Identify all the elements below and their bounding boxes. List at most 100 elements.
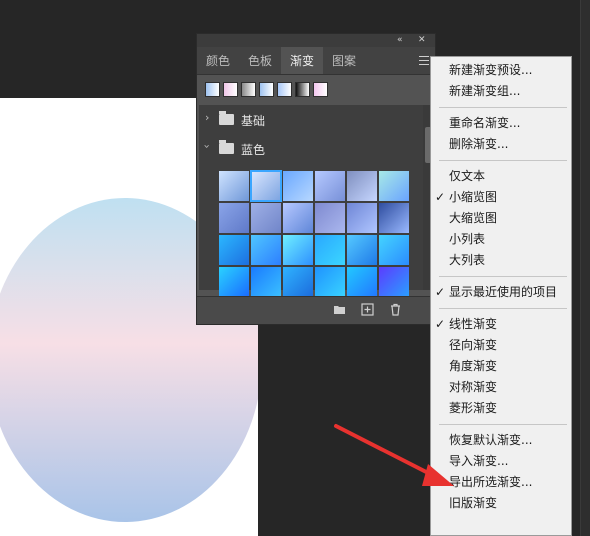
chevron-down-icon[interactable]: › (201, 144, 214, 148)
gradient-thumbnail[interactable] (379, 235, 409, 265)
menu-item[interactable]: 旧版渐变 (431, 493, 573, 514)
menu-item-label: 菱形渐变 (449, 401, 498, 415)
panel-menu-icon[interactable] (419, 56, 429, 65)
menu-item[interactable]: 大列表 (431, 250, 573, 271)
gradient-panel-context-menu: 新建渐变预设... 新建渐变组... 重命名渐变... 删除渐变... 仅文本 ✓ 小缩览图… (430, 56, 572, 536)
menu-item-label: 显示最近使用的项目 (449, 285, 558, 299)
menu-item-label: 对称渐变 (449, 380, 498, 394)
menu-item[interactable]: 角度渐变 (431, 356, 573, 377)
gradient-thumbnail[interactable] (315, 267, 345, 297)
recent-gradients-row (197, 75, 435, 103)
gradient-panel: « ✕ 颜色 色板 渐变 图案 › 基础 › 蓝色 (196, 33, 436, 325)
recent-gradient-swatch[interactable] (223, 82, 238, 97)
tab-patterns[interactable]: 图案 (323, 47, 365, 74)
panel-title-bar: « ✕ (197, 34, 435, 47)
folder-icon[interactable] (333, 303, 346, 316)
gradient-thumbnail[interactable] (283, 203, 313, 233)
gradient-thumbnail[interactable] (379, 203, 409, 233)
menu-item[interactable]: 径向渐变 (431, 335, 573, 356)
recent-gradient-swatch[interactable] (205, 82, 220, 97)
menu-item[interactable]: 恢复默认渐变... (431, 430, 573, 451)
gradient-thumbnail[interactable] (251, 235, 281, 265)
menu-separator (439, 308, 567, 309)
menu-separator (439, 424, 567, 425)
panel-tabs: 颜色 色板 渐变 图案 (197, 47, 435, 75)
gradient-thumbnail[interactable] (283, 235, 313, 265)
double-chevron-icon[interactable]: « (397, 34, 403, 46)
checkmark-icon: ✓ (435, 190, 446, 204)
menu-item-label: 径向渐变 (449, 338, 498, 352)
right-scroll-edge (580, 0, 590, 536)
gradient-thumbnail[interactable] (219, 235, 249, 265)
gradient-thumbnail[interactable] (251, 203, 281, 233)
gradient-thumbnail[interactable] (379, 267, 409, 297)
menu-item[interactable]: 新建渐变组... (431, 81, 573, 102)
gradient-thumbnail[interactable] (219, 171, 249, 201)
gradient-thumbnail[interactable] (283, 171, 313, 201)
menu-item-label: 导入渐变... (449, 454, 509, 468)
menu-item[interactable]: ✓ 线性渐变 (431, 314, 573, 335)
gradient-thumbnail[interactable] (347, 235, 377, 265)
menu-item[interactable]: 重命名渐变... (431, 113, 573, 134)
menu-item[interactable]: 菱形渐变 (431, 398, 573, 419)
menu-item[interactable]: 仅文本 (431, 166, 573, 187)
menu-item[interactable]: 导出所选渐变... (431, 472, 573, 493)
menu-item-label: 大列表 (449, 253, 486, 267)
menu-separator (439, 276, 567, 277)
checkmark-icon: ✓ (435, 317, 446, 331)
gradient-thumbnail[interactable] (315, 235, 345, 265)
menu-item-label: 小列表 (449, 232, 486, 246)
tab-swatches[interactable]: 色板 (239, 47, 281, 74)
menu-item-label: 新建渐变预设... (449, 63, 533, 77)
menu-item[interactable]: 小列表 (431, 229, 573, 250)
menu-item-label: 删除渐变... (449, 137, 509, 151)
menu-item-label: 角度渐变 (449, 359, 498, 373)
recent-gradient-swatch[interactable] (313, 82, 328, 97)
gradient-thumbnail[interactable] (379, 171, 409, 201)
gradient-thumbnail[interactable] (250, 170, 282, 202)
gradient-thumbnail[interactable] (315, 171, 345, 201)
recent-gradient-swatch[interactable] (277, 82, 292, 97)
menu-item-label: 线性渐变 (449, 317, 498, 331)
trash-icon[interactable] (389, 303, 402, 316)
menu-item-label: 仅文本 (449, 169, 486, 183)
gradient-thumbnail[interactable] (315, 203, 345, 233)
menu-item-label: 新建渐变组... (449, 84, 521, 98)
group-label: 基础 (241, 114, 266, 128)
checkmark-icon: ✓ (435, 285, 446, 299)
menu-separator (439, 107, 567, 108)
group-label: 蓝色 (241, 143, 266, 157)
gradient-thumbnail[interactable] (219, 203, 249, 233)
menu-item[interactable]: 导入渐变... (431, 451, 573, 472)
menu-item[interactable]: 新建渐变预设... (431, 60, 573, 81)
gradient-thumbnail[interactable] (283, 267, 313, 297)
new-gradient-icon[interactable] (361, 303, 374, 316)
menu-item[interactable]: 大缩览图 (431, 208, 573, 229)
group-basic[interactable]: › 基础 (199, 105, 423, 134)
recent-gradient-swatch[interactable] (259, 82, 274, 97)
gradient-thumbnail[interactable] (347, 171, 377, 201)
menu-item-label: 重命名渐变... (449, 116, 521, 130)
gradient-thumbnail[interactable] (347, 267, 377, 297)
recent-gradient-swatch[interactable] (241, 82, 256, 97)
tab-gradients[interactable]: 渐变 (281, 47, 324, 74)
group-blue[interactable]: › 蓝色 (199, 134, 423, 163)
menu-item-label: 恢复默认渐变... (449, 433, 533, 447)
menu-item[interactable]: 对称渐变 (431, 377, 573, 398)
gradient-thumbnail[interactable] (219, 267, 249, 297)
tab-color[interactable]: 颜色 (197, 47, 239, 74)
recent-gradient-swatch[interactable] (295, 82, 310, 97)
chevron-right-icon[interactable]: › (205, 111, 209, 124)
menu-item[interactable]: ✓ 小缩览图 (431, 187, 573, 208)
menu-item-label: 小缩览图 (449, 190, 498, 204)
gradient-thumbnail[interactable] (251, 267, 281, 297)
gradient-thumbnail-grid (219, 170, 411, 297)
panel-footer (197, 296, 435, 324)
menu-item-label: 旧版渐变 (449, 496, 498, 510)
gradient-thumbnail[interactable] (347, 203, 377, 233)
menu-separator (439, 160, 567, 161)
close-icon[interactable]: ✕ (418, 34, 426, 46)
menu-item-label: 大缩览图 (449, 211, 498, 225)
menu-item[interactable]: ✓ 显示最近使用的项目 (431, 282, 573, 303)
menu-item[interactable]: 删除渐变... (431, 134, 573, 155)
